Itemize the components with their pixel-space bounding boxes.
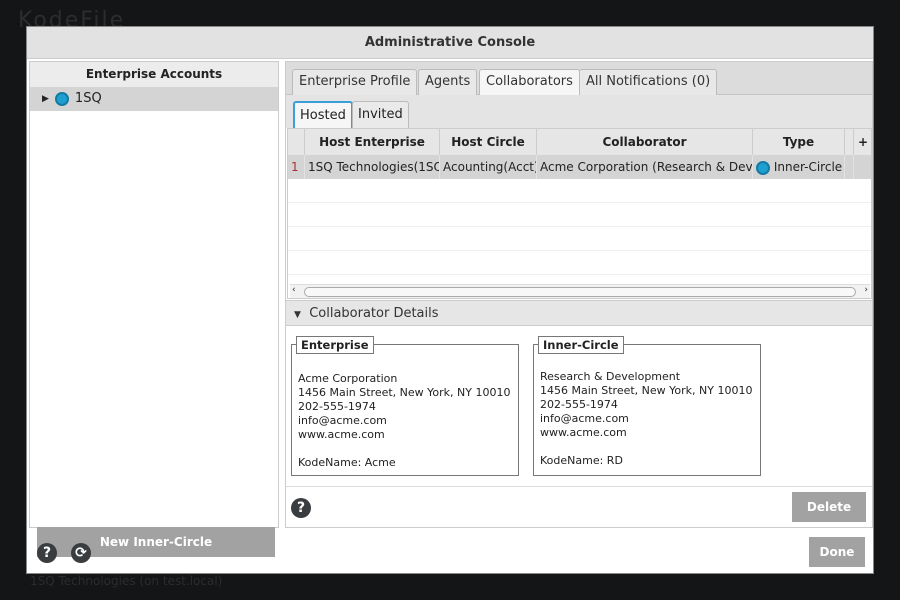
- collaborators-panel: Enterprise Profile Agents Collaborators …: [285, 61, 873, 528]
- collaborator-details-header[interactable]: ▼ Collaborator Details: [286, 300, 872, 326]
- circle-kodename: KodeName: RD: [540, 454, 623, 467]
- tree-item-1sq[interactable]: ▶ 1SQ: [30, 87, 278, 111]
- box-legend: Enterprise: [296, 336, 374, 354]
- add-column-button[interactable]: +: [854, 129, 871, 155]
- delete-button[interactable]: Delete: [792, 492, 866, 522]
- cell-collaborator: Acme Corporation (Research & Deve...: [537, 155, 753, 179]
- admin-console-dialog: Administrative Console Enterprise Accoun…: [26, 26, 874, 574]
- section-title: Collaborator Details: [309, 306, 439, 321]
- enterprise-address: 1456 Main Street, New York, NY 10010: [298, 386, 511, 399]
- dialog-title: Administrative Console: [27, 27, 873, 59]
- inner-circle-box: Inner-Circle Research & Development 1456…: [533, 336, 761, 476]
- tab-collaborators[interactable]: Collaborators: [479, 69, 580, 95]
- enterprise-accounts-panel: Enterprise Accounts ▶ 1SQ New Inner-Circ…: [29, 61, 279, 557]
- tab-bar: Enterprise Profile Agents Collaborators …: [286, 62, 872, 95]
- tab-agents[interactable]: Agents: [418, 69, 478, 95]
- done-button[interactable]: Done: [809, 537, 865, 567]
- expand-arrow-icon[interactable]: ▶: [42, 87, 49, 111]
- circle-web: www.acme.com: [540, 426, 627, 439]
- scroll-left-icon[interactable]: ‹: [292, 285, 296, 295]
- circle-address: 1456 Main Street, New York, NY 10010: [540, 384, 753, 397]
- empty-row: [288, 203, 871, 227]
- cell-host-circle: Acounting(Acct): [440, 155, 537, 179]
- column-host-circle[interactable]: Host Circle: [440, 129, 537, 155]
- circle-email: info@acme.com: [540, 412, 629, 425]
- enterprise-box: Enterprise Acme Corporation 1456 Main St…: [291, 336, 519, 476]
- circle-name: Research & Development: [540, 370, 681, 383]
- enterprise-email: info@acme.com: [298, 414, 387, 427]
- refresh-icon[interactable]: ⟳: [71, 543, 91, 563]
- table-row[interactable]: 1 1SQ Technologies(1SQ) Acounting(Acct) …: [288, 155, 871, 179]
- enterprise-kodename: KodeName: Acme: [298, 456, 396, 469]
- column-host-enterprise[interactable]: Host Enterprise: [305, 129, 440, 155]
- subtab-invited[interactable]: Invited: [352, 101, 409, 128]
- empty-row: [288, 251, 871, 275]
- horizontal-scrollbar[interactable]: ‹ ›: [290, 284, 870, 298]
- subtab-bar: Hosted Invited: [286, 95, 872, 128]
- box-legend: Inner-Circle: [538, 336, 624, 354]
- empty-row: [288, 179, 871, 203]
- table-header: Host Enterprise Host Circle Collaborator…: [288, 129, 871, 155]
- enterprise-name: Acme Corporation: [298, 372, 398, 385]
- panel-header: Enterprise Accounts: [30, 62, 278, 87]
- row-number: 1: [288, 155, 305, 179]
- column-type[interactable]: Type: [753, 129, 845, 155]
- help-icon[interactable]: ?: [291, 498, 311, 518]
- column-collaborator[interactable]: Collaborator: [537, 129, 753, 155]
- scroll-right-icon[interactable]: ›: [864, 285, 868, 295]
- circle-phone: 202-555-1974: [540, 398, 618, 411]
- tab-enterprise-profile[interactable]: Enterprise Profile: [292, 69, 418, 95]
- type-label: Inner-Circle: [773, 160, 843, 174]
- tab-all-notifications[interactable]: All Notifications (0): [579, 69, 718, 95]
- empty-row: [288, 227, 871, 251]
- collaborators-table: Host Enterprise Host Circle Collaborator…: [287, 128, 872, 299]
- enterprise-web: www.acme.com: [298, 428, 385, 441]
- enterprise-phone: 202-555-1974: [298, 400, 376, 413]
- status-text: 1SQ Technologies (on test.local): [30, 574, 223, 588]
- subtab-hosted[interactable]: Hosted: [293, 101, 353, 128]
- globe-icon: [54, 92, 69, 106]
- cell-host-enterprise: 1SQ Technologies(1SQ): [305, 155, 440, 179]
- collapse-arrow-icon: ▼: [294, 310, 301, 320]
- tree-item-label: 1SQ: [74, 91, 102, 106]
- help-icon[interactable]: ?: [37, 543, 57, 563]
- cell-type: Inner-Circle: [753, 155, 845, 179]
- inner-circle-icon: [756, 160, 770, 175]
- scrollbar-thumb[interactable]: [304, 287, 856, 297]
